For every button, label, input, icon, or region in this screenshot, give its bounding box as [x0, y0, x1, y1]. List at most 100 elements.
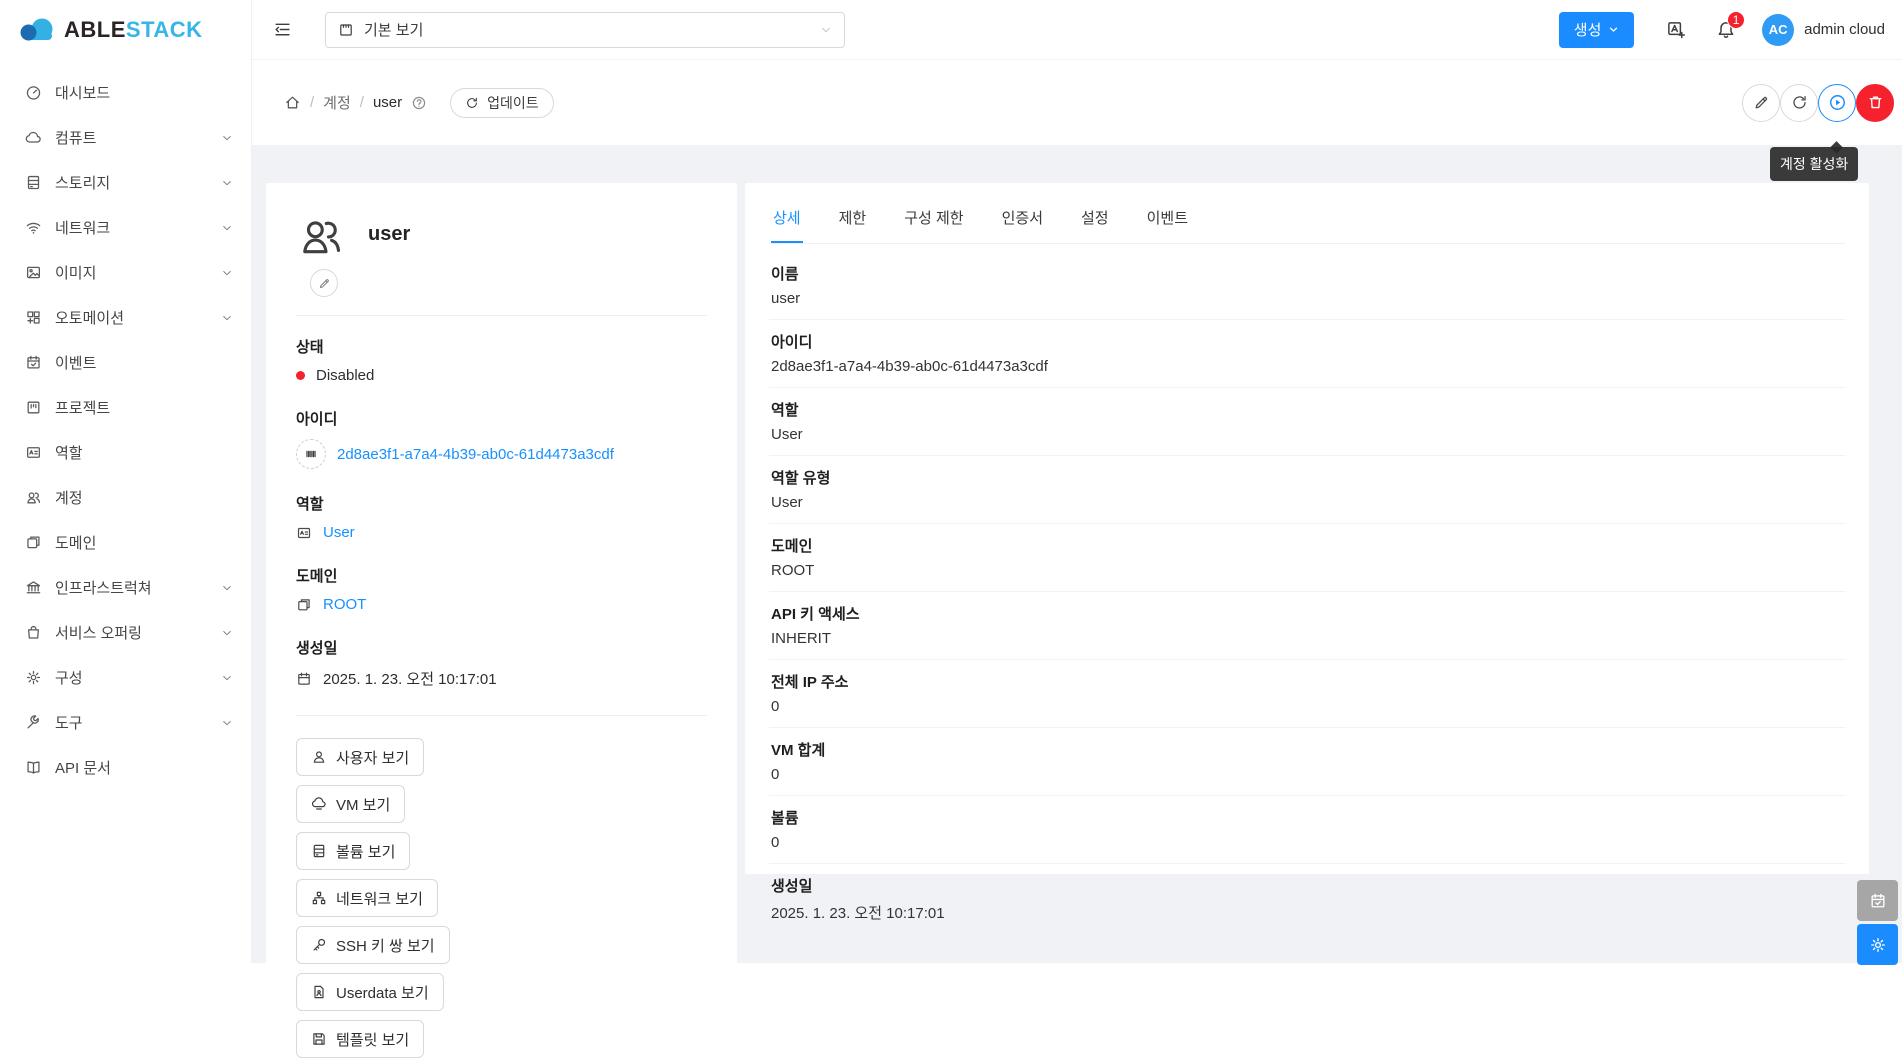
settings-drawer-button[interactable]: [1857, 924, 1898, 965]
tab-settings[interactable]: 설정: [1079, 193, 1111, 243]
field-created: 생성일 2025. 1. 23. 오전 10:17:01: [296, 637, 707, 689]
sidebar-item-compute[interactable]: 컴퓨트: [0, 115, 251, 160]
tab-limits[interactable]: 제한: [837, 193, 869, 243]
view-icon: [338, 22, 354, 38]
status-dot-red: [296, 371, 305, 380]
view-select-value: 기본 보기: [364, 19, 423, 40]
sidebar-item-roles[interactable]: 역할: [0, 430, 251, 475]
create-button[interactable]: 생성: [1559, 12, 1634, 48]
domain-icon: [296, 597, 312, 613]
barcode-icon[interactable]: [296, 439, 326, 469]
images-icon: [25, 264, 42, 281]
domains-icon: [25, 534, 42, 551]
edit-pencil-icon: [1753, 94, 1770, 111]
sidebar-collapse-button[interactable]: [273, 20, 292, 39]
field-role: 역할 User: [296, 493, 707, 541]
api-docs-book-icon: [25, 759, 42, 776]
brand-name: ABLESTACK: [64, 17, 203, 43]
page-actions: [1742, 84, 1902, 122]
translate-add-icon: [1666, 20, 1686, 40]
enable-account-button[interactable]: [1818, 84, 1856, 122]
header-right-group: 생성 1 AC admin cloud: [1559, 12, 1902, 48]
status-value: Disabled: [316, 367, 374, 384]
view-ssh-keys-button[interactable]: SSH 키 쌍 보기: [296, 926, 450, 964]
field-id: 아이디 2d8ae3f1-a7a4-4b39-ab0c-61d4473a3cdf: [296, 408, 707, 469]
user-name[interactable]: admin cloud: [1804, 21, 1885, 38]
tab-details[interactable]: 상세: [771, 193, 803, 243]
home-icon[interactable]: [284, 94, 301, 111]
chevron-down-icon: [820, 24, 832, 36]
edit-account-button[interactable]: [1742, 84, 1780, 122]
chevron-down-icon: [221, 312, 233, 324]
accounts-team-icon: [25, 489, 42, 506]
view-users-button[interactable]: 사용자 보기: [296, 738, 424, 776]
sidebar: ABLESTACK 대시보드 컴퓨트 스토리지 네트워크 이미지: [0, 0, 252, 963]
role-idcard-icon: [296, 525, 312, 541]
cluster-icon: [311, 890, 327, 906]
account-uuid-link[interactable]: 2d8ae3f1-a7a4-4b39-ab0c-61d4473a3cdf: [337, 446, 614, 463]
events-calendar-icon: [25, 354, 42, 371]
breadcrumb-bar: / 계정 / user 업데이트: [252, 60, 1902, 145]
event-drawer-button[interactable]: [1857, 880, 1898, 921]
sidebar-item-accounts[interactable]: 계정: [0, 475, 251, 520]
top-header: 기본 보기 생성 1 AC admin cloud: [252, 0, 1902, 60]
role-link[interactable]: User: [323, 524, 355, 541]
projects-icon: [25, 399, 42, 416]
refresh-button[interactable]: [1780, 84, 1818, 122]
domain-link[interactable]: ROOT: [323, 596, 366, 613]
translate-button[interactable]: [1666, 20, 1686, 40]
view-volumes-button[interactable]: 볼륨 보기: [296, 832, 410, 870]
tab-config-limits[interactable]: 구성 제한: [902, 193, 965, 243]
help-icon[interactable]: [411, 95, 427, 111]
view-select[interactable]: 기본 보기: [325, 12, 845, 48]
detail-rows: 이름user 아이디2d8ae3f1-a7a4-4b39-ab0c-61d447…: [769, 244, 1845, 935]
notifications-button[interactable]: 1: [1716, 20, 1736, 40]
sidebar-item-images[interactable]: 이미지: [0, 250, 251, 295]
sidebar-item-storage[interactable]: 스토리지: [0, 160, 251, 205]
cloud-logo-icon: [16, 15, 58, 45]
breadcrumb-section[interactable]: 계정: [323, 92, 351, 113]
detail-row-total-ip: 전체 IP 주소0: [769, 660, 1845, 728]
infrastructure-bank-icon: [25, 579, 42, 596]
tab-events[interactable]: 이벤트: [1145, 193, 1190, 243]
storage-icon: [25, 174, 42, 191]
view-vms-button[interactable]: VM 보기: [296, 785, 405, 823]
sidebar-nav: 대시보드 컴퓨트 스토리지 네트워크 이미지 오토메이션: [0, 60, 251, 790]
sidebar-item-infrastructure[interactable]: 인프라스트럭쳐: [0, 565, 251, 610]
sidebar-item-events[interactable]: 이벤트: [0, 340, 251, 385]
avatar[interactable]: AC: [1762, 14, 1794, 46]
sidebar-item-tools[interactable]: 도구: [0, 700, 251, 745]
view-templates-button[interactable]: 템플릿 보기: [296, 1020, 424, 1058]
tab-certificates[interactable]: 인증서: [1000, 193, 1045, 243]
trash-icon: [1867, 94, 1884, 111]
sidebar-item-configuration[interactable]: 구성: [0, 655, 251, 700]
account-title: user: [368, 223, 410, 246]
vm-cloud-icon: [311, 796, 327, 812]
sidebar-item-domains[interactable]: 도메인: [0, 520, 251, 565]
chevron-down-icon: [221, 132, 233, 144]
sidebar-item-service-offerings[interactable]: 서비스 오퍼링: [0, 610, 251, 655]
detail-panel: 상세 제한 구성 제한 인증서 설정 이벤트 이름user 아이디2d8ae3f…: [745, 183, 1869, 874]
chevron-down-icon: [221, 582, 233, 594]
sidebar-item-api-docs[interactable]: API 문서: [0, 745, 251, 790]
detail-row-name: 이름user: [769, 252, 1845, 320]
network-wifi-icon: [25, 219, 42, 236]
delete-account-button[interactable]: [1856, 84, 1894, 122]
view-userdata-button[interactable]: Userdata 보기: [296, 973, 444, 1011]
tooltip-enable-account: 계정 활성화: [1770, 147, 1858, 181]
brand-logo[interactable]: ABLESTACK: [0, 0, 251, 60]
account-avatar-icon: [296, 211, 346, 261]
detail-tabs: 상세 제한 구성 제한 인증서 설정 이벤트: [769, 193, 1845, 244]
menu-fold-icon: [273, 20, 292, 39]
sidebar-item-network[interactable]: 네트워크: [0, 205, 251, 250]
tools-wrench-icon: [25, 714, 42, 731]
sidebar-item-projects[interactable]: 프로젝트: [0, 385, 251, 430]
chevron-down-icon: [1608, 24, 1619, 35]
edit-avatar-button[interactable]: [310, 269, 338, 297]
sidebar-item-automation[interactable]: 오토메이션: [0, 295, 251, 340]
field-domain: 도메인 ROOT: [296, 565, 707, 613]
sidebar-item-dashboard[interactable]: 대시보드: [0, 70, 251, 115]
view-networks-button[interactable]: 네트워크 보기: [296, 879, 438, 917]
profile-card: user 상태 Disabled 아이디 2d8ae3f1-a7a4-4b39-…: [266, 183, 737, 995]
update-button[interactable]: 업데이트: [450, 88, 554, 118]
